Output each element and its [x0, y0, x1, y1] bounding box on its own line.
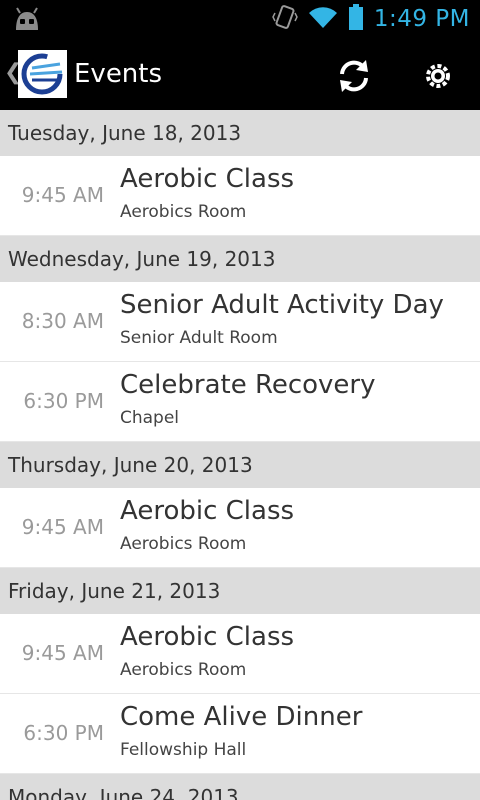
event-list-item[interactable]: 6:30 PM Celebrate Recovery Chapel [0, 362, 480, 442]
events-list[interactable]: Tuesday, June 18, 2013 9:45 AM Aerobic Cla… [0, 110, 480, 800]
event-location: Aerobics Room [120, 660, 247, 680]
event-location: Fellowship Hall [120, 740, 247, 760]
refresh-icon[interactable] [330, 56, 378, 96]
event-name: Aerobic Class [120, 164, 295, 194]
date-section-header: Thursday, June 20, 2013 [0, 442, 480, 488]
battery-icon [348, 3, 364, 35]
page-title: Events [74, 59, 163, 89]
event-time: 6:30 PM [23, 389, 104, 413]
event-time: 8:30 AM [21, 309, 104, 333]
event-name: Senior Adult Activity Day [120, 290, 444, 320]
event-list-item[interactable]: 6:30 PM Come Alive Dinner Fellowship Hall [0, 694, 480, 774]
action-bar: ❮ Events [0, 38, 480, 110]
event-list-item[interactable]: 9:45 AM Aerobic Class Aerobics Room [0, 488, 480, 568]
event-time: 9:45 AM [21, 183, 104, 207]
status-time: 1:49 PM [373, 6, 470, 32]
wifi-icon [308, 5, 338, 33]
event-name: Aerobic Class [120, 622, 295, 652]
date-section-header: Wednesday, June 19, 2013 [0, 236, 480, 282]
cyanogenmod-android-icon [12, 6, 42, 36]
event-time: 9:45 AM [21, 515, 104, 539]
date-section-header: Friday, June 21, 2013 [0, 568, 480, 614]
event-time: 6:30 PM [23, 721, 104, 745]
settings-icon[interactable] [416, 56, 460, 96]
event-list-item[interactable]: 9:45 AM Aerobic Class Aerobics Room [0, 614, 480, 694]
event-name: Celebrate Recovery [120, 370, 376, 400]
event-location: Aerobics Room [120, 202, 247, 222]
event-location: Senior Adult Room [120, 328, 278, 348]
event-time: 9:45 AM [21, 641, 104, 665]
event-name: Aerobic Class [120, 496, 295, 526]
event-location: Aerobics Room [120, 534, 247, 554]
events-list-viewport[interactable]: Tuesday, June 18, 2013 9:45 AM Aerobic Cla… [0, 110, 480, 800]
status-bar: 1:49 PM [0, 0, 480, 38]
app-logo[interactable] [18, 50, 67, 98]
event-name: Come Alive Dinner [120, 702, 363, 732]
event-list-item[interactable]: 8:30 AM Senior Adult Activity Day Senior A… [0, 282, 480, 362]
event-list-item[interactable]: 9:45 AM Aerobic Class Aerobics Room [0, 156, 480, 236]
date-section-header: Monday, June 24, 2013 [0, 774, 480, 800]
event-location: Chapel [120, 408, 180, 428]
date-section-header: Tuesday, June 18, 2013 [0, 110, 480, 156]
vibrate-icon [271, 3, 298, 35]
